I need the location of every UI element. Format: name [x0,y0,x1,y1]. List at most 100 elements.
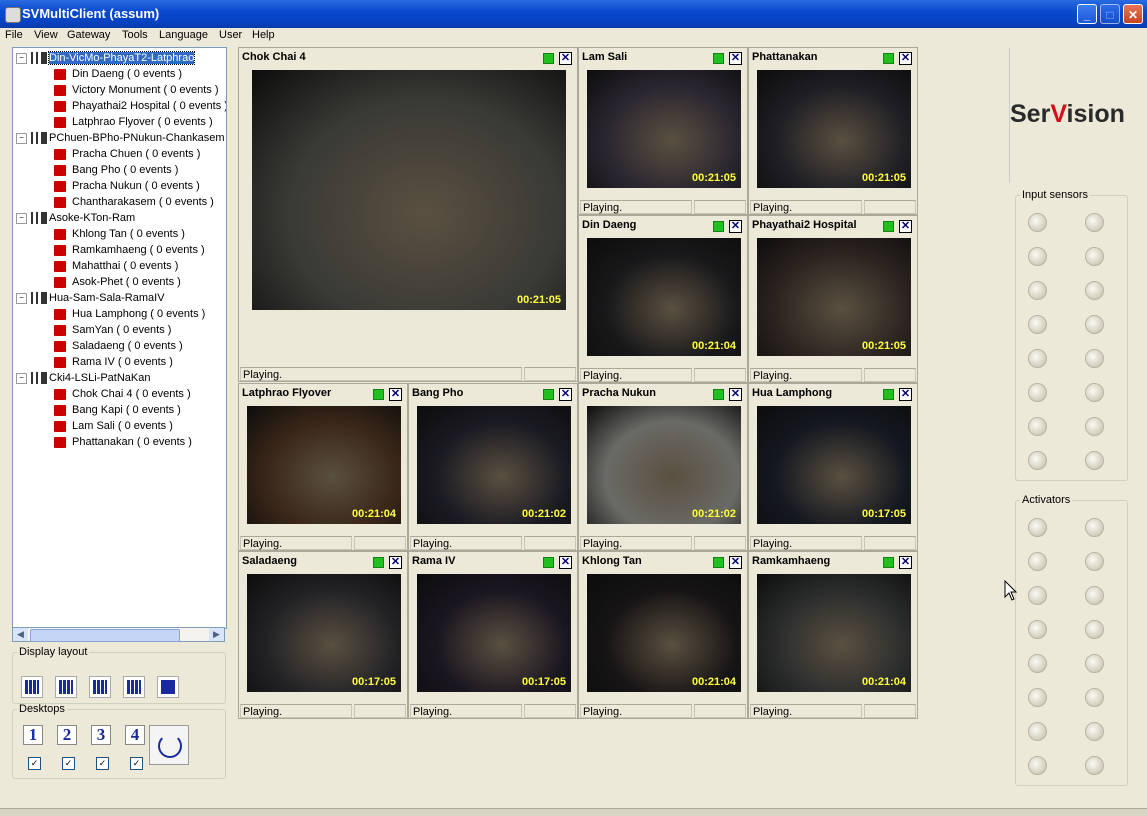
tree-camera-item[interactable]: Ramkamhaeng ( 0 events ) [54,242,205,258]
tree-camera-item[interactable]: Asok-Phet ( 0 events ) [54,274,181,290]
desktop-1-button[interactable]: 1 [23,725,43,745]
desktop-1-checkbox[interactable]: ✓ [28,757,41,770]
close-camera-icon[interactable]: ✕ [899,52,912,65]
tree-camera-item[interactable]: Pracha Chuen ( 0 events ) [54,146,200,162]
camera-panel[interactable]: Lam Sali ✕ 00:21:05 Playing. [578,47,748,215]
close-camera-icon[interactable]: ✕ [389,556,402,569]
collapse-icon[interactable]: − [16,52,27,64]
camera-video[interactable]: 00:17:05 [417,574,571,692]
activator-led[interactable] [1028,518,1047,537]
tree-camera-item[interactable]: Latphrao Flyover ( 0 events ) [54,114,213,130]
desktop-3-checkbox[interactable]: ✓ [96,757,109,770]
close-camera-icon[interactable]: ✕ [389,388,402,401]
layout-3x3-button[interactable] [55,676,77,698]
camera-video[interactable]: 00:21:04 [587,238,741,356]
close-camera-icon[interactable]: ✕ [899,556,912,569]
tree-camera-item[interactable]: SamYan ( 0 events ) [54,322,171,338]
collapse-icon[interactable]: − [16,132,27,144]
camera-video[interactable]: 00:21:04 [587,574,741,692]
scroll-left-icon[interactable]: ◀ [13,628,28,641]
desktop-2-checkbox[interactable]: ✓ [62,757,75,770]
camera-video[interactable]: 00:17:05 [247,574,401,692]
layout-4x4-button[interactable] [21,676,43,698]
tree-camera-item[interactable]: Bang Pho ( 0 events ) [54,162,178,178]
layout-2x2-button[interactable] [123,676,145,698]
camera-panel[interactable]: Bang Pho ✕ 00:21:02 Playing. [408,383,578,551]
activator-led[interactable] [1028,654,1047,673]
camera-panel[interactable]: Khlong Tan ✕ 00:21:04 Playing. [578,551,748,719]
tree-camera-item[interactable]: Hua Lamphong ( 0 events ) [54,306,205,322]
menu-gateway[interactable]: Gateway [67,29,110,41]
tree-camera-item[interactable]: Khlong Tan ( 0 events ) [54,226,185,242]
camera-panel[interactable]: Pracha Nukun ✕ 00:21:02 Playing. [578,383,748,551]
tree-camera-item[interactable]: Victory Monument ( 0 events ) [54,82,219,98]
close-camera-icon[interactable]: ✕ [899,220,912,233]
activator-led[interactable] [1085,620,1104,639]
desktop-2-button[interactable]: 2 [57,725,77,745]
tree-camera-item[interactable]: Din Daeng ( 0 events ) [54,66,182,82]
camera-video[interactable]: 00:21:05 [757,70,911,188]
collapse-icon[interactable]: − [16,292,27,304]
camera-panel[interactable]: Phattanakan ✕ 00:21:05 Playing. [748,47,918,215]
tree-camera-item[interactable]: Phattanakan ( 0 events ) [54,434,192,450]
menu-view[interactable]: View [34,29,58,41]
tree-group[interactable]: − Cki4-LSLi-PatNaKan [16,370,151,386]
scroll-right-icon[interactable]: ▶ [209,628,224,641]
close-camera-icon[interactable]: ✕ [729,220,742,233]
close-camera-icon[interactable]: ✕ [559,556,572,569]
tree-camera-item[interactable]: Lam Sali ( 0 events ) [54,418,173,434]
tree-camera-item[interactable]: Pracha Nukun ( 0 events ) [54,178,200,194]
close-camera-icon[interactable]: ✕ [729,388,742,401]
desktop-4-checkbox[interactable]: ✓ [130,757,143,770]
camera-panel[interactable]: Ramkamhaeng ✕ 00:21:04 Playing. [748,551,918,719]
camera-panel[interactable]: Rama IV ✕ 00:17:05 Playing. [408,551,578,719]
menu-user[interactable]: User [219,29,242,41]
maximize-button[interactable]: □ [1100,4,1120,24]
activator-led[interactable] [1085,654,1104,673]
camera-video[interactable]: 00:21:02 [417,406,571,524]
camera-video[interactable]: 00:17:05 [757,406,911,524]
tree-camera-item[interactable]: Bang Kapi ( 0 events ) [54,402,181,418]
tree-group[interactable]: − Asoke-KTon-Ram [16,210,135,226]
camera-panel[interactable]: Latphrao Flyover ✕ 00:21:04 Playing. [238,383,408,551]
tree-group[interactable]: − Din-VicMo-PhayaT2-Latphrao [16,50,196,66]
camera-video[interactable]: 00:21:04 [757,574,911,692]
menu-tools[interactable]: Tools [122,29,148,41]
collapse-icon[interactable]: − [16,372,27,384]
tree-horizontal-scrollbar[interactable]: ◀ ▶ [12,627,225,642]
menu-language[interactable]: Language [159,29,208,41]
camera-video[interactable]: 00:21:05 [252,70,566,310]
activator-led[interactable] [1085,518,1104,537]
tree-camera-item[interactable]: Chok Chai 4 ( 0 events ) [54,386,191,402]
activator-led[interactable] [1085,688,1104,707]
camera-video[interactable]: 00:21:05 [587,70,741,188]
camera-panel[interactable]: Chok Chai 4 ✕ 00:21:05 Playing. [238,47,578,382]
tree-camera-item[interactable]: Saladaeng ( 0 events ) [54,338,183,354]
collapse-icon[interactable]: − [16,212,27,224]
camera-video[interactable]: 00:21:02 [587,406,741,524]
desktop-3-button[interactable]: 3 [91,725,111,745]
camera-tree[interactable]: − Din-VicMo-PhayaT2-Latphrao Din Daeng ( 0… [12,47,227,629]
activator-led[interactable] [1085,722,1104,741]
tree-group[interactable]: − Hua-Sam-Sala-RamaIV [16,290,165,306]
tree-camera-item[interactable]: Rama IV ( 0 events ) [54,354,173,370]
tree-camera-item[interactable]: Phayathai2 Hospital ( 0 events ) [54,98,226,114]
camera-video[interactable]: 00:21:05 [757,238,911,356]
close-camera-icon[interactable]: ✕ [729,556,742,569]
activator-led[interactable] [1085,756,1104,775]
camera-panel[interactable]: Hua Lamphong ✕ 00:17:05 Playing. [748,383,918,551]
activator-led[interactable] [1028,688,1047,707]
menu-file[interactable]: File [5,29,23,41]
tree-camera-item[interactable]: Chantharakasem ( 0 events ) [54,194,214,210]
close-camera-icon[interactable]: ✕ [899,388,912,401]
activator-led[interactable] [1028,586,1047,605]
scrollbar-thumb[interactable] [30,629,180,642]
close-camera-icon[interactable]: ✕ [729,52,742,65]
activator-led[interactable] [1028,756,1047,775]
activator-led[interactable] [1028,620,1047,639]
tree-group[interactable]: − PChuen-BPho-PNukun-Chankasem [16,130,224,146]
camera-panel[interactable]: Phayathai2 Hospital ✕ 00:21:05 Playing. [748,215,918,383]
close-camera-icon[interactable]: ✕ [559,388,572,401]
layout-1x1-button[interactable] [157,676,179,698]
minimize-button[interactable]: _ [1077,4,1097,24]
